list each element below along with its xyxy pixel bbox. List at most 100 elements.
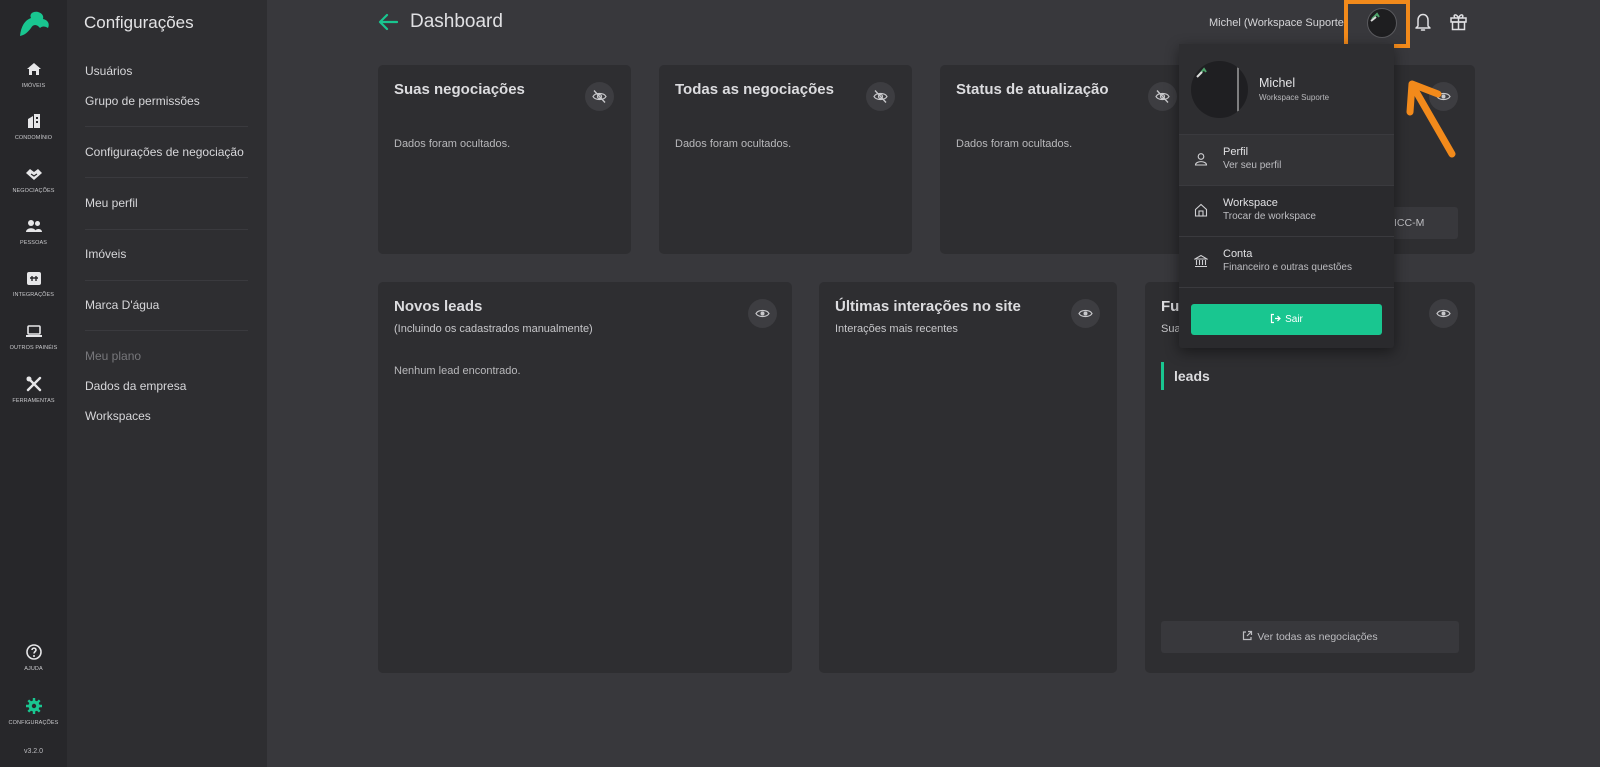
rail-item-label: Condomínio bbox=[14, 135, 53, 141]
card-subtitle: Interações mais recentes bbox=[835, 323, 958, 335]
toggle-visibility-button[interactable] bbox=[748, 299, 777, 328]
rail-item-pessoas[interactable]: Pessoas bbox=[0, 217, 67, 246]
rail-item-configuracoes[interactable]: Configurações bbox=[0, 697, 67, 726]
rail-item-imoveis[interactable]: Imóveis bbox=[0, 60, 67, 89]
avatar[interactable] bbox=[1367, 8, 1397, 38]
app-logo-icon[interactable] bbox=[17, 10, 51, 38]
sidebar-title: Configurações bbox=[84, 13, 194, 32]
menu-item-perfil[interactable]: Perfil Ver seu perfil bbox=[1179, 135, 1394, 186]
bell-icon[interactable] bbox=[1414, 12, 1432, 32]
ver-todas-negociacoes-button[interactable]: Ver todas as negociações bbox=[1161, 621, 1459, 653]
eye-off-icon bbox=[873, 90, 888, 103]
rail-item-negociacoes[interactable]: Negociações bbox=[0, 165, 67, 194]
divider bbox=[85, 280, 248, 281]
card-todas-negociacoes: Todas as negociações Dados foram ocultad… bbox=[659, 65, 912, 254]
sidebar-item-config-negociacao[interactable]: Configurações de negociação bbox=[85, 145, 244, 159]
back-arrow-icon[interactable] bbox=[378, 13, 398, 31]
sidebar-item-marca-dagua[interactable]: Marca D'água bbox=[85, 298, 159, 312]
menu-item-subtitle: Financeiro e outras questões bbox=[1223, 262, 1352, 273]
icon-rail: Imóveis Condomínio Negociações Pessoas I… bbox=[0, 0, 67, 767]
eye-off-icon bbox=[1155, 90, 1170, 103]
toggle-visibility-button[interactable] bbox=[1071, 299, 1100, 328]
card-title: Últimas interações no site bbox=[835, 298, 1021, 315]
eye-icon bbox=[755, 309, 770, 318]
help-icon bbox=[25, 644, 42, 660]
sidebar-item-usuarios[interactable]: Usuários bbox=[85, 64, 132, 78]
card-body: Nenhum lead encontrado. bbox=[394, 365, 521, 377]
home-outline-icon bbox=[1194, 203, 1208, 217]
divider bbox=[85, 330, 248, 331]
sidebar-item-meu-perfil[interactable]: Meu perfil bbox=[85, 196, 138, 210]
rail-item-condominio[interactable]: Condomínio bbox=[0, 112, 67, 141]
rail-item-ferramentas[interactable]: Ferramentas bbox=[0, 375, 67, 404]
card-title: Status de atualização bbox=[956, 81, 1109, 98]
rail-item-label: Outros Painéis bbox=[9, 345, 58, 351]
card-body: Dados foram ocultados. bbox=[956, 138, 1073, 150]
rail-item-integracoes[interactable]: Integrações bbox=[0, 269, 67, 298]
rail-item-label: Integrações bbox=[12, 292, 55, 298]
settings-sidebar: Configurações Usuários Grupo de permissõ… bbox=[67, 0, 267, 767]
card-title: Suas negociações bbox=[394, 81, 525, 98]
toggle-visibility-button[interactable] bbox=[585, 82, 614, 111]
divider bbox=[85, 177, 248, 178]
card-body: Dados foram ocultados. bbox=[675, 138, 792, 150]
page-title: Dashboard bbox=[410, 11, 503, 32]
card-subtitle: (Incluindo os cadastrados manualmente) bbox=[394, 323, 593, 335]
eye-icon bbox=[1078, 309, 1093, 318]
card-title: Novos leads bbox=[394, 298, 483, 315]
card-novos-leads: Novos leads (Incluindo os cadastrados ma… bbox=[378, 282, 792, 673]
rail-item-label: Ferramentas bbox=[12, 398, 55, 404]
logout-icon bbox=[1270, 313, 1281, 324]
broken-image-icon bbox=[1196, 64, 1239, 115]
handshake-icon bbox=[25, 169, 42, 180]
sidebar-item-workspaces[interactable]: Workspaces bbox=[85, 409, 151, 423]
menu-item-subtitle: Ver seu perfil bbox=[1223, 160, 1282, 171]
tools-icon bbox=[26, 376, 41, 392]
rail-item-ajuda[interactable]: Ajuda bbox=[0, 643, 67, 672]
avatar-highlight-box bbox=[1344, 0, 1410, 48]
dropdown-workspace-name: Workspace Suporte bbox=[1259, 93, 1330, 102]
user-dropdown-menu: Michel Workspace Suporte Perfil Ver seu … bbox=[1179, 44, 1394, 348]
laptop-icon bbox=[25, 325, 42, 337]
dropdown-avatar bbox=[1191, 61, 1248, 118]
toggle-visibility-button[interactable] bbox=[1148, 82, 1177, 111]
card-suas-negociacoes: Suas negociações Dados foram ocultados. bbox=[378, 65, 631, 254]
sidebar-section-meu-plano: Meu plano bbox=[85, 349, 142, 363]
toggle-visibility-button[interactable] bbox=[1429, 299, 1458, 328]
eye-off-icon bbox=[592, 90, 607, 103]
funnel-stage-leads[interactable]: leads bbox=[1161, 362, 1210, 390]
bank-icon bbox=[1194, 254, 1208, 268]
rail-item-label: Configurações bbox=[8, 720, 59, 726]
card-subtitle: Sua bbox=[1161, 323, 1181, 335]
gift-icon[interactable] bbox=[1449, 12, 1468, 31]
divider bbox=[85, 126, 248, 127]
menu-item-title: Workspace bbox=[1223, 197, 1278, 209]
sidebar-item-imoveis[interactable]: Imóveis bbox=[85, 247, 126, 261]
logout-button[interactable]: Sair bbox=[1191, 304, 1382, 335]
menu-item-workspace[interactable]: Workspace Trocar de workspace bbox=[1179, 186, 1394, 237]
card-body: Dados foram ocultados. bbox=[394, 138, 511, 150]
building-icon bbox=[27, 114, 40, 128]
menu-item-subtitle: Trocar de workspace bbox=[1223, 211, 1316, 222]
user-icon bbox=[1194, 153, 1208, 166]
rail-item-outros-paineis[interactable]: Outros Painéis bbox=[0, 322, 67, 351]
external-link-icon bbox=[1243, 630, 1253, 641]
card-title: Todas as negociações bbox=[675, 81, 834, 98]
button-label: Ver todas as negociações bbox=[1257, 631, 1378, 643]
dropdown-user-name: Michel bbox=[1259, 76, 1296, 90]
people-icon bbox=[25, 220, 42, 232]
app-version: v3.2.0 bbox=[23, 748, 44, 755]
card-title: Fu bbox=[1161, 298, 1180, 315]
menu-item-conta[interactable]: Conta Financeiro e outras questões bbox=[1179, 237, 1394, 288]
menu-item-title: Conta bbox=[1223, 248, 1253, 260]
rail-item-label: Ajuda bbox=[24, 666, 43, 672]
sidebar-item-dados-empresa[interactable]: Dados da empresa bbox=[85, 379, 186, 393]
divider bbox=[85, 229, 248, 230]
dropdown-header: Michel Workspace Suporte bbox=[1179, 44, 1394, 135]
user-workspace-label[interactable]: Michel (Workspace Suporte) bbox=[1209, 17, 1348, 29]
toggle-visibility-button[interactable] bbox=[866, 82, 895, 111]
orange-arrow-icon bbox=[1406, 80, 1456, 158]
menu-item-title: Perfil bbox=[1223, 146, 1249, 158]
plug-icon bbox=[26, 272, 41, 285]
sidebar-item-grupo-permissoes[interactable]: Grupo de permissões bbox=[85, 94, 200, 108]
